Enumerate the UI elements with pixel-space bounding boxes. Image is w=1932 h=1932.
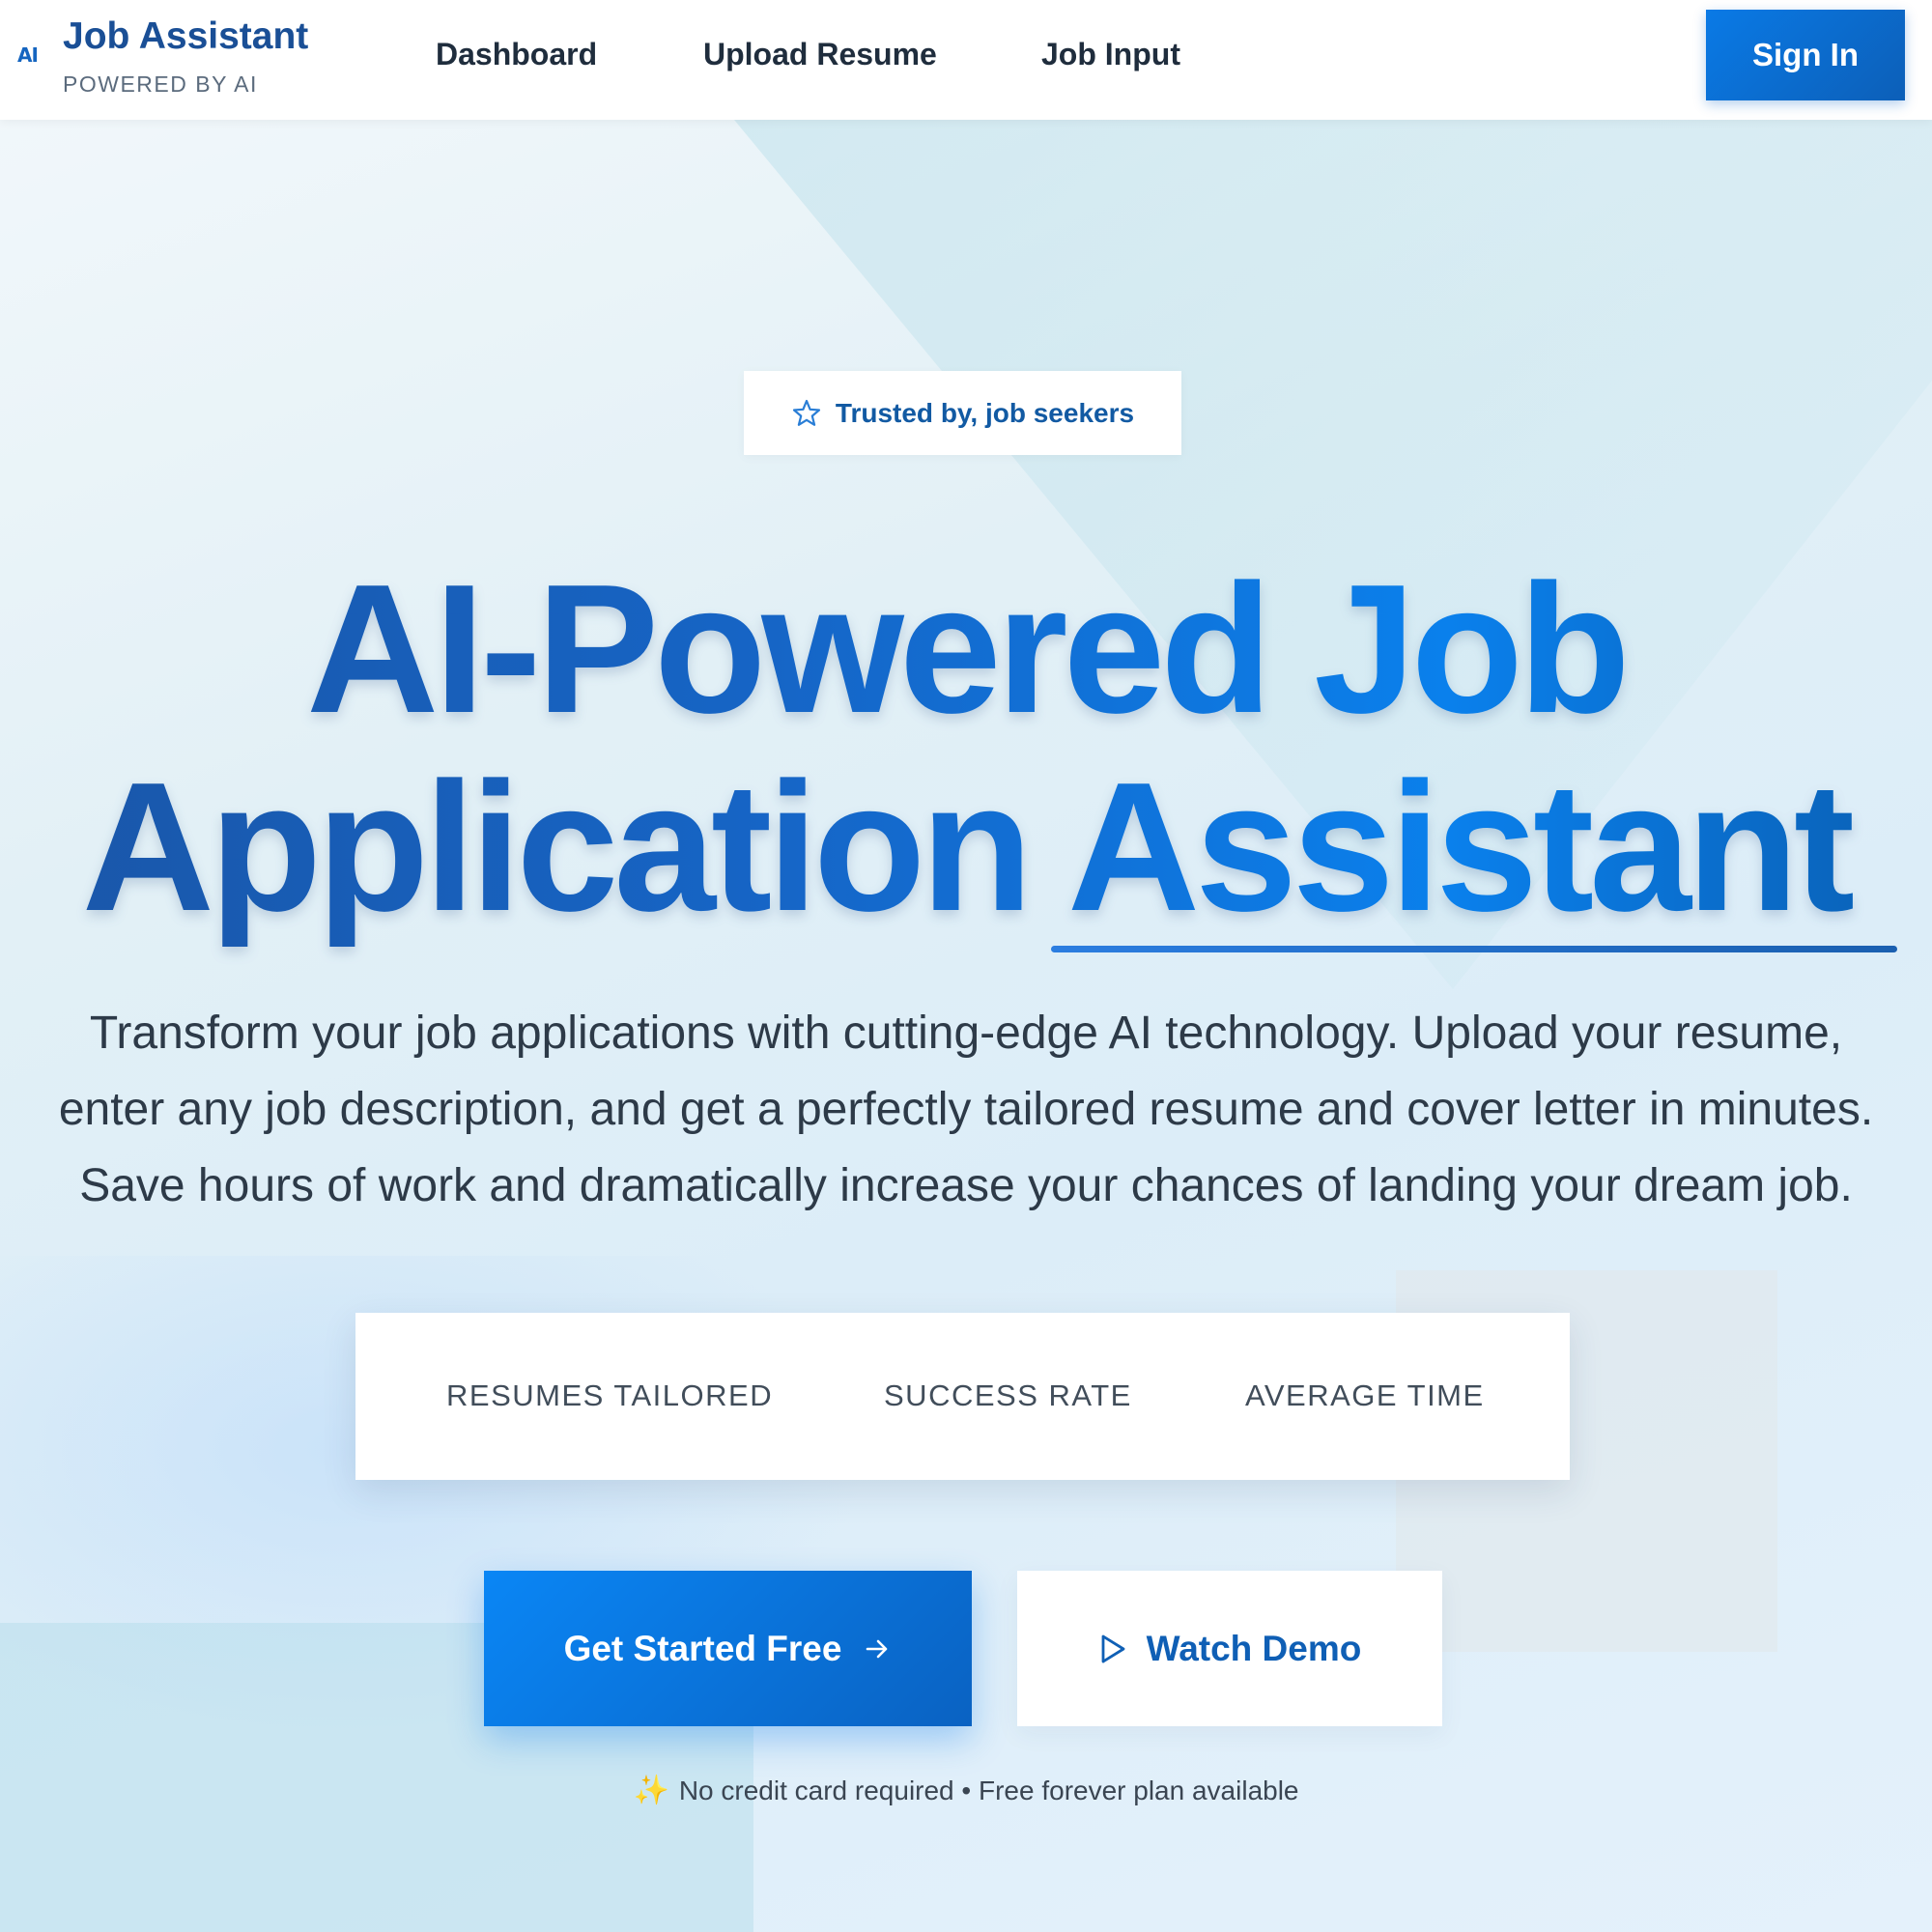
- logo-icon[interactable]: AI: [17, 44, 44, 66]
- nav-job-input-link[interactable]: Job Input: [1041, 37, 1180, 72]
- star-outline-icon: [791, 398, 822, 429]
- hero-headline: AI-Powered Job Application Assistant: [0, 551, 1932, 947]
- stat-average-time-label: AVERAGE TIME: [1245, 1378, 1485, 1412]
- watch-demo-button[interactable]: Watch Demo: [1017, 1571, 1442, 1726]
- nav-upload-resume-link[interactable]: Upload Resume: [703, 37, 937, 72]
- play-icon: [1098, 1633, 1127, 1665]
- stat-success-rate-label: SUCCESS RATE: [884, 1378, 1132, 1412]
- hero-headline-line-1: AI-Powered Job: [0, 551, 1932, 749]
- hero-headline-line-2: Application Assistant: [0, 749, 1932, 947]
- brand-title[interactable]: Job Assistant: [63, 15, 308, 58]
- trust-badge: Trusted by, job seekers: [744, 371, 1181, 455]
- stats-card: RESUMES TAILORED SUCCESS RATE AVERAGE TI…: [355, 1313, 1570, 1480]
- description-line: enter any job description, and get a per…: [58, 1084, 1874, 1135]
- sign-in-button[interactable]: Sign In: [1706, 10, 1905, 100]
- stat-resumes-tailored-label: RESUMES TAILORED: [446, 1378, 774, 1412]
- sparkles-icon: ✨: [633, 1774, 669, 1807]
- get-started-button[interactable]: Get Started Free: [484, 1571, 972, 1726]
- nav-dashboard-link[interactable]: Dashboard: [436, 37, 597, 72]
- hero-description: Transform your job applications with cut…: [0, 995, 1932, 1224]
- description-line: Transform your job applications with cut…: [89, 1008, 1843, 1059]
- description-line: Save hours of work and dramatically incr…: [79, 1160, 1853, 1211]
- watch-demo-label: Watch Demo: [1146, 1628, 1362, 1668]
- arrow-right-icon: [863, 1634, 892, 1663]
- brand-subtitle: POWERED BY AI: [63, 71, 258, 97]
- headline-underline: [1051, 946, 1897, 952]
- footnote-text: No credit card required • Free forever p…: [678, 1775, 1299, 1805]
- trust-badge-text: Trusted by, job seekers: [835, 397, 1135, 428]
- top-navbar: AI Job Assistant POWERED BY AI Dashboard…: [0, 0, 1932, 120]
- cta-footnote: ✨ No credit card required • Free forever…: [0, 1774, 1932, 1807]
- get-started-label: Get Started Free: [563, 1628, 842, 1668]
